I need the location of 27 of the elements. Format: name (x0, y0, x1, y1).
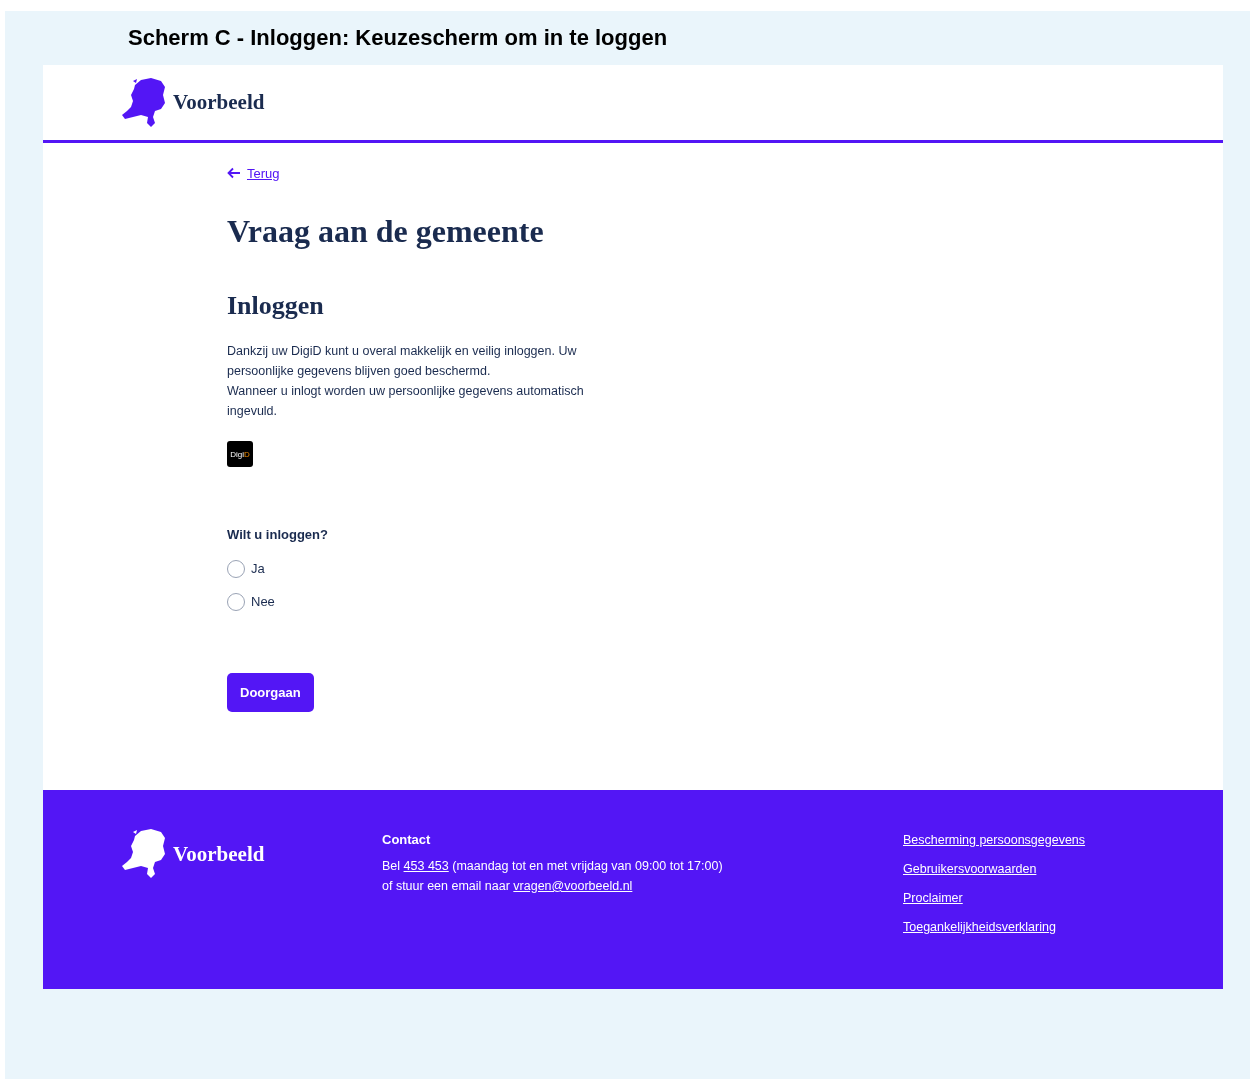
email-link[interactable]: vragen@voorbeeld.nl (513, 879, 633, 893)
footer-brand-name: Voorbeeld (173, 841, 265, 867)
footer-link[interactable]: Proclaimer (903, 888, 1086, 908)
map-icon (121, 828, 167, 880)
intro-text: Wanneer u inlogt worden uw persoonlijke gegevens automatisch ingevuld. (227, 383, 585, 420)
digid-logo: DigiD (227, 441, 253, 467)
radio-label: Ja (251, 561, 265, 576)
brand-name: Voorbeeld (173, 90, 265, 115)
map-icon (121, 76, 167, 129)
page-title: Vraag aan de gemeente (227, 212, 545, 251)
screen-caption: Scherm C - Inloggen: Keuzescherm om in te loggen (127, 24, 669, 52)
footer-link[interactable]: Gebruikersvoorwaarden (903, 859, 1086, 879)
contact-text: Bel 453 453 (maandag tot en met vrijdag van 09:00 tot 17:00) (382, 858, 724, 875)
footer-link[interactable]: Toegankelijkheidsverklaring (903, 917, 1086, 937)
contact-text: of stuur een email naar vragen@voorbeeld.nl (382, 878, 634, 895)
back-link[interactable]: Terug (227, 165, 280, 181)
back-arrow-icon (227, 167, 241, 179)
section-title: Inloggen (227, 290, 325, 322)
radio-button[interactable] (227, 559, 245, 578)
question-label: Wilt u inloggen? (227, 527, 329, 542)
radio-button[interactable] (227, 592, 245, 611)
contact-heading: Contact (382, 831, 432, 849)
footer-link[interactable]: Bescherming persoonsgegevens (903, 830, 1086, 850)
phone-link[interactable]: 453 453 (403, 859, 449, 873)
intro-text: Dankzij uw DigiD kunt u overal makkelijk en veilig inloggen. Uw persoonlijke gegevens blijven goed beschermd. (227, 343, 578, 380)
radio-label: Nee (251, 594, 275, 609)
continue-button[interactable]: Doorgaan (227, 673, 314, 712)
